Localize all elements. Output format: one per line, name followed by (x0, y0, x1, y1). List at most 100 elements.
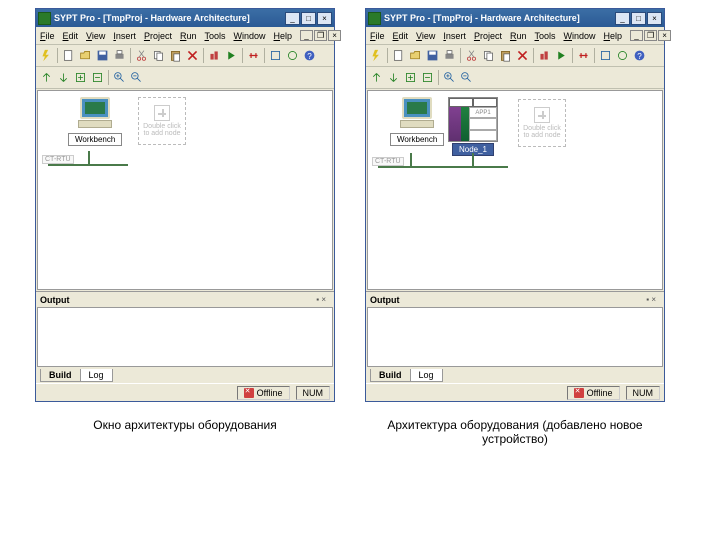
menu-insert[interactable]: Insert (113, 31, 136, 41)
hardware-canvas[interactable]: Workbench Double click to add node CT-RT… (37, 90, 333, 290)
zoom-out-icon[interactable] (129, 70, 144, 85)
paste-icon[interactable] (168, 48, 183, 63)
offline-icon (574, 388, 584, 398)
menu-run[interactable]: Run (510, 31, 527, 41)
build-all-icon[interactable] (207, 48, 222, 63)
new-icon[interactable] (61, 48, 76, 63)
menu-project[interactable]: Project (144, 31, 172, 41)
statusbar: Offline NUM (366, 383, 664, 401)
close-button[interactable]: × (317, 12, 332, 25)
delete-icon[interactable] (515, 48, 530, 63)
new-icon[interactable] (391, 48, 406, 63)
tab-build[interactable]: Build (370, 369, 411, 382)
menu-window[interactable]: Window (234, 31, 266, 41)
print-icon[interactable] (112, 48, 127, 63)
tool-a-icon[interactable] (268, 48, 283, 63)
tool-a-icon[interactable] (598, 48, 613, 63)
menu-tools[interactable]: Tools (204, 31, 225, 41)
hardware-canvas[interactable]: Workbench APP1 Node_1 (367, 90, 663, 290)
maximize-button[interactable]: □ (631, 12, 646, 25)
tool-b-icon[interactable] (615, 48, 630, 63)
zoom-out-icon[interactable] (459, 70, 474, 85)
bolt-icon[interactable] (39, 48, 54, 63)
menu-window[interactable]: Window (564, 31, 596, 41)
output-pin-icon[interactable]: ▪ × (646, 295, 656, 304)
menu-insert[interactable]: Insert (443, 31, 466, 41)
status-num: NUM (296, 386, 331, 400)
node-down-icon[interactable] (56, 70, 71, 85)
run-icon[interactable] (224, 48, 239, 63)
menu-help[interactable]: Help (604, 31, 623, 41)
workbench-node[interactable]: Workbench (68, 97, 122, 146)
menu-view[interactable]: View (416, 31, 435, 41)
node-down-icon[interactable] (386, 70, 401, 85)
tab-log[interactable]: Log (80, 369, 113, 382)
doc-restore-button[interactable]: ❐ (314, 30, 327, 41)
connect-icon[interactable] (246, 48, 261, 63)
node-up-icon[interactable] (39, 70, 54, 85)
doc-minimize-button[interactable]: _ (630, 30, 643, 41)
titlebar[interactable]: SYPT Pro - [TmpProj - Hardware Architect… (36, 9, 334, 27)
titlebar[interactable]: SYPT Pro - [TmpProj - Hardware Architect… (366, 9, 664, 27)
node-up-icon[interactable] (369, 70, 384, 85)
device-node[interactable]: APP1 Node_1 (448, 97, 498, 156)
window-right: SYPT Pro - [TmpProj - Hardware Architect… (365, 8, 665, 402)
output-pin-icon[interactable]: ▪ × (316, 295, 326, 304)
caption-left: Окно архитектуры оборудования (35, 418, 335, 446)
doc-close-button[interactable]: × (328, 30, 341, 41)
menu-file[interactable]: File (40, 31, 55, 41)
menu-tools[interactable]: Tools (534, 31, 555, 41)
zoom-in-icon[interactable] (442, 70, 457, 85)
menu-file[interactable]: File (370, 31, 385, 41)
collapse-icon[interactable] (90, 70, 105, 85)
run-icon[interactable] (554, 48, 569, 63)
zoom-in-icon[interactable] (112, 70, 127, 85)
doc-restore-button[interactable]: ❐ (644, 30, 657, 41)
add-node-placeholder[interactable]: Double click to add node (518, 99, 566, 147)
collapse-icon[interactable] (420, 70, 435, 85)
cut-icon[interactable] (464, 48, 479, 63)
build-all-icon[interactable] (537, 48, 552, 63)
open-icon[interactable] (408, 48, 423, 63)
bolt-icon[interactable] (369, 48, 384, 63)
save-icon[interactable] (425, 48, 440, 63)
delete-icon[interactable] (185, 48, 200, 63)
paste-icon[interactable] (498, 48, 513, 63)
status-offline: Offline (567, 386, 620, 400)
tool-b-icon[interactable] (285, 48, 300, 63)
copy-icon[interactable] (151, 48, 166, 63)
tab-build[interactable]: Build (40, 369, 81, 382)
menu-edit[interactable]: Edit (393, 31, 409, 41)
menu-help[interactable]: Help (274, 31, 293, 41)
menu-edit[interactable]: Edit (63, 31, 79, 41)
minimize-button[interactable]: _ (285, 12, 300, 25)
cut-icon[interactable] (134, 48, 149, 63)
copy-icon[interactable] (481, 48, 496, 63)
help-icon[interactable]: ? (632, 48, 647, 63)
add-node-placeholder[interactable]: Double click to add node (138, 97, 186, 145)
menu-run[interactable]: Run (180, 31, 197, 41)
print-icon[interactable] (442, 48, 457, 63)
caption-right: Архитектура оборудования (добавлено ново… (365, 418, 665, 446)
doc-close-button[interactable]: × (658, 30, 671, 41)
connect-icon[interactable] (576, 48, 591, 63)
output-header: Output ▪ × (366, 291, 664, 307)
workbench-node[interactable]: Workbench (390, 97, 444, 146)
doc-minimize-button[interactable]: _ (300, 30, 313, 41)
output-body (37, 307, 333, 367)
output-header: Output ▪ × (36, 291, 334, 307)
minimize-button[interactable]: _ (615, 12, 630, 25)
expand-icon[interactable] (403, 70, 418, 85)
save-icon[interactable] (95, 48, 110, 63)
help-icon[interactable]: ? (302, 48, 317, 63)
menubar: File Edit View Insert Project Run Tools … (36, 27, 334, 45)
maximize-button[interactable]: □ (301, 12, 316, 25)
tab-log[interactable]: Log (410, 369, 443, 382)
network-label: CT-RTU (372, 157, 404, 166)
expand-icon[interactable] (73, 70, 88, 85)
output-tabs: Build Log (36, 367, 334, 383)
open-icon[interactable] (78, 48, 93, 63)
close-button[interactable]: × (647, 12, 662, 25)
menu-view[interactable]: View (86, 31, 105, 41)
menu-project[interactable]: Project (474, 31, 502, 41)
